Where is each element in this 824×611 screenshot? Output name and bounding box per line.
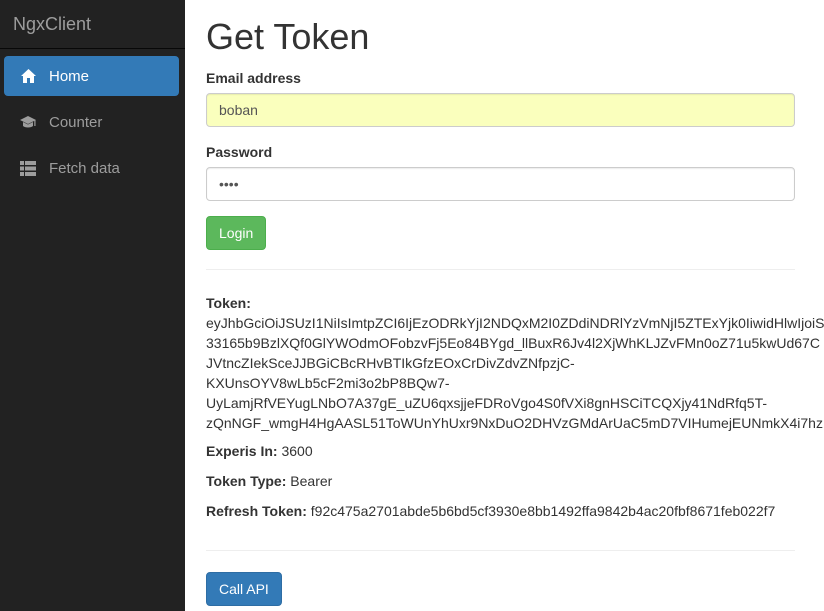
- brand-link[interactable]: NgxClient: [0, 0, 185, 49]
- refresh-token-label: Refresh Token:: [206, 503, 307, 519]
- token-line: 33165b9BzlXQf0GlYWOdmOFobzvFj5Eo84BYgd_l…: [206, 335, 820, 351]
- sidebar: NgxClient Home Counter Fetch data: [0, 0, 185, 611]
- password-field[interactable]: [206, 167, 795, 201]
- token-line: JVtncZIekSceJJBGiCBcRHvBTIkGfzEOxCrDivZd…: [206, 355, 575, 371]
- sidebar-item-counter[interactable]: Counter: [4, 102, 179, 142]
- divider: [206, 269, 795, 270]
- graduation-cap-icon: [19, 113, 37, 131]
- app-root: NgxClient Home Counter Fetch data Get To…: [0, 0, 824, 611]
- expires-in-value: 3600: [281, 443, 313, 459]
- main-content: Get Token Email address Password Login T…: [206, 0, 824, 611]
- token-label: Token:: [206, 295, 251, 311]
- refresh-token-value: f92c475a2701abde5b6bd5cf3930e8bb1492ffa9…: [310, 503, 776, 519]
- sidebar-item-fetch-data[interactable]: Fetch data: [4, 148, 179, 188]
- sidebar-item-label: Home: [49, 67, 90, 85]
- token-line: KXUnsOYV8wLb5cF2mi3o2bP8BQw7-: [206, 375, 450, 391]
- token-type-value: Bearer: [290, 473, 333, 489]
- token-line: zQnNGF_wmgH4HgAASL51ToWUnYhUxr9NxDuO2DHV…: [206, 415, 823, 431]
- email-field[interactable]: [206, 93, 795, 127]
- token-line: eyJhbGciOiJSUzI1NiIsImtpZCI6IjEzODRkYjI2…: [206, 315, 824, 331]
- refresh-token-row: Refresh Token: f92c475a2701abde5b6bd5cf3…: [206, 503, 775, 519]
- expires-in-row: Experis In: 3600: [206, 443, 313, 459]
- th-list-icon: [19, 159, 37, 177]
- password-label: Password: [206, 144, 273, 160]
- call-api-button[interactable]: Call API: [206, 572, 282, 606]
- sidebar-item-home[interactable]: Home: [4, 56, 179, 96]
- divider: [206, 550, 795, 551]
- sidebar-item-label: Counter: [49, 113, 103, 131]
- sidebar-item-label: Fetch data: [49, 159, 120, 177]
- page-title: Get Token: [206, 16, 370, 57]
- home-icon: [19, 67, 37, 85]
- login-button[interactable]: Login: [206, 216, 267, 250]
- token-block: Token: eyJhbGciOiJSUzI1NiIsImtpZCI6IjEzO…: [206, 293, 824, 433]
- expires-in-label: Experis In:: [206, 443, 278, 459]
- token-line: UyLamjRfVEYugLNbO7A37gE_uZU6qxsjjeFDRoVg…: [206, 395, 768, 411]
- email-label: Email address: [206, 70, 301, 86]
- token-type-label: Token Type:: [206, 473, 287, 489]
- token-type-row: Token Type: Bearer: [206, 473, 332, 489]
